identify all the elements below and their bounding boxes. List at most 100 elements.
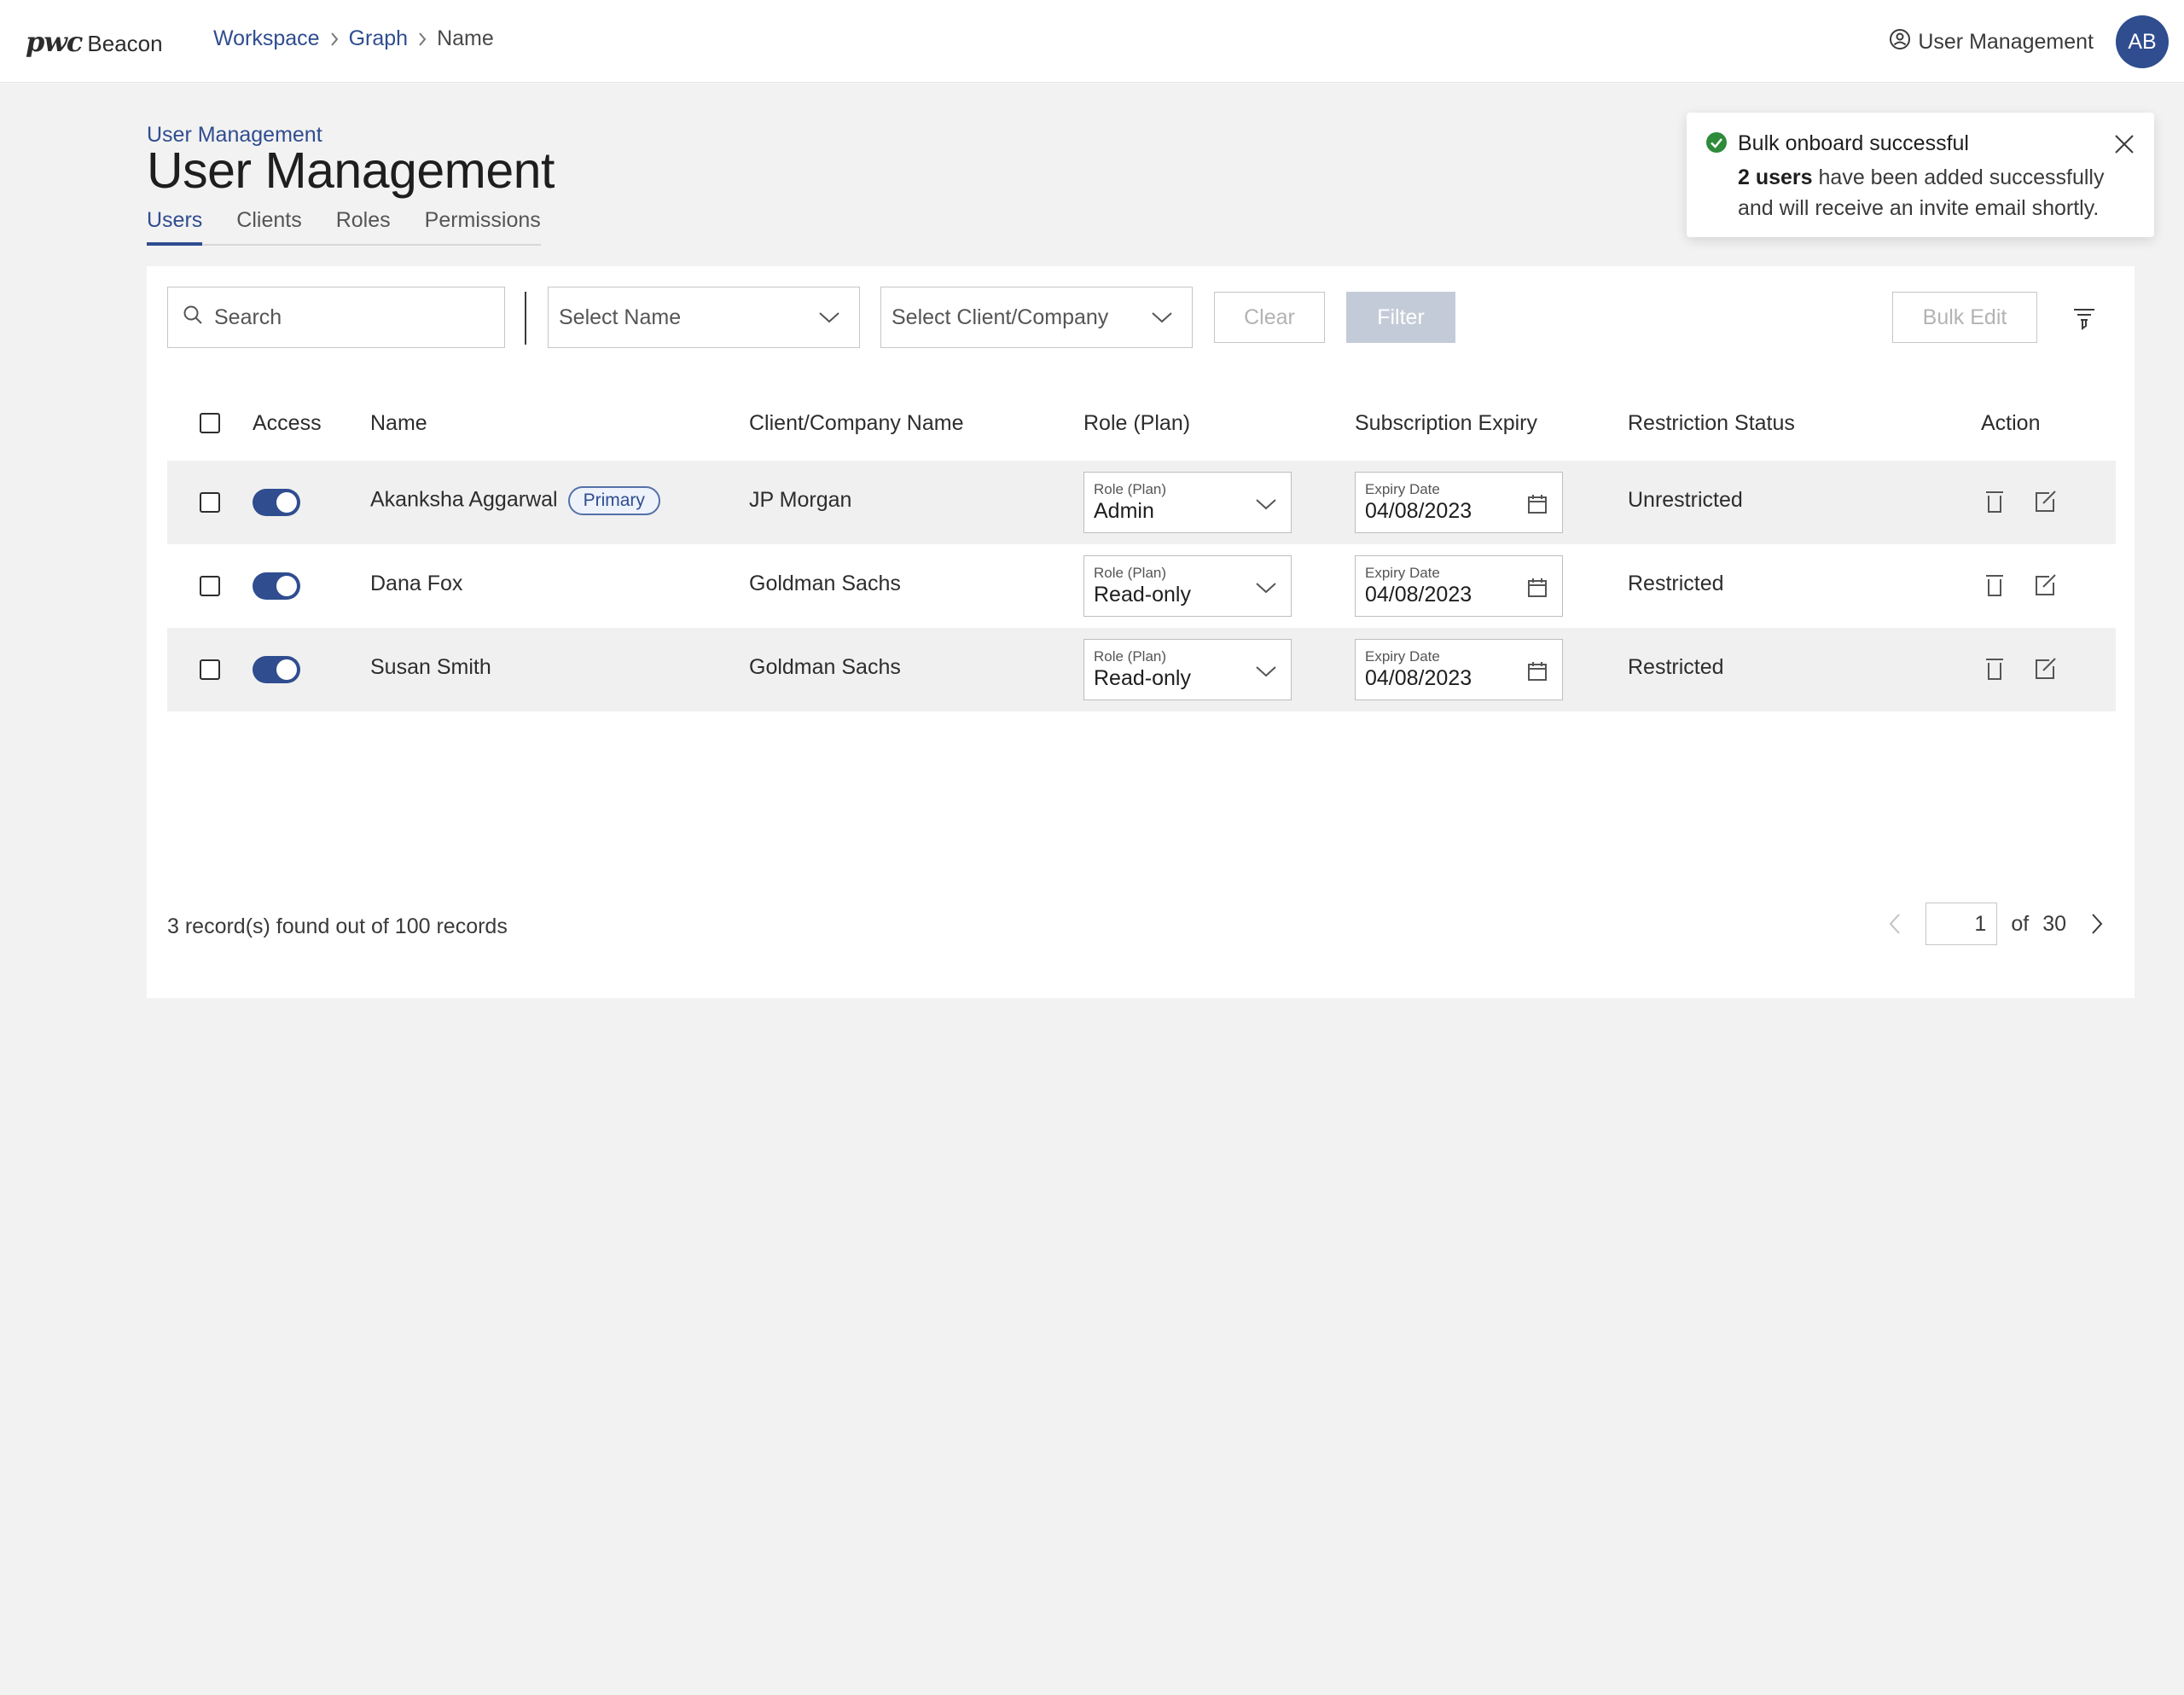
table-header: Access Name Client/Company Name Role (Pl…: [167, 394, 2116, 454]
company-name: JP Morgan: [749, 488, 852, 512]
filter-button[interactable]: Filter: [1346, 292, 1455, 343]
expiry-field-label: Expiry Date: [1365, 648, 1440, 665]
toast-message: 2 users have been added successfully and…: [1738, 162, 2113, 223]
page-number-input[interactable]: 1: [1926, 903, 1998, 945]
logo-text: Beacon: [87, 31, 163, 56]
expiry-value: 04/08/2023: [1365, 666, 1472, 690]
app-logo[interactable]: pwc Beacon: [26, 26, 163, 58]
edit-icon[interactable]: [2034, 489, 2058, 514]
records-count: 3 record(s) found out of 100 records: [167, 914, 508, 938]
expiry-field-label: Expiry Date: [1365, 565, 1440, 581]
breadcrumb-graph[interactable]: Graph: [349, 26, 408, 51]
expiry-date-input[interactable]: Expiry Date 04/08/2023: [1355, 472, 1563, 533]
calendar-icon[interactable]: [1526, 493, 1548, 515]
chevron-right-icon: [408, 31, 437, 48]
page-title: User Management: [147, 142, 555, 199]
chevron-down-icon: [1255, 660, 1277, 682]
delete-icon[interactable]: [1983, 489, 2007, 514]
tab-bar: Users Clients Roles Permissions: [147, 205, 541, 246]
toast-count: 2 users: [1738, 165, 1813, 189]
select-name-placeholder: Select Name: [559, 305, 682, 329]
user-management-link[interactable]: User Management: [1889, 28, 2094, 56]
role-dropdown[interactable]: Role (Plan) Read-only: [1083, 639, 1292, 700]
logo-mark: pwc: [26, 26, 83, 58]
page-total: 30: [2042, 911, 2066, 936]
user-circle-icon: [1889, 28, 1911, 56]
chevron-left-icon[interactable]: [1878, 907, 1912, 941]
select-client-dropdown[interactable]: Select Client/Company: [880, 287, 1193, 348]
primary-badge: Primary: [567, 486, 660, 515]
restriction-status: Restricted: [1628, 572, 1724, 595]
users-card: Search Select Name Select Client/Company…: [147, 266, 2135, 998]
row-checkbox[interactable]: [200, 576, 220, 596]
search-input[interactable]: Search: [167, 287, 505, 348]
chevron-down-icon: [1255, 577, 1277, 599]
restriction-status: Unrestricted: [1628, 488, 1743, 512]
user-management-label: User Management: [1918, 29, 2094, 54]
success-toast: Bulk onboard successful 2 users have bee…: [1687, 113, 2154, 237]
role-field-label: Role (Plan): [1094, 648, 1167, 665]
role-value: Read-only: [1094, 583, 1191, 607]
select-name-dropdown[interactable]: Select Name: [548, 287, 860, 348]
delete-icon[interactable]: [1983, 572, 2007, 598]
column-role: Role (Plan): [1083, 411, 1191, 435]
tab-clients[interactable]: Clients: [236, 205, 301, 244]
column-action: Action: [1981, 411, 2041, 435]
role-field-label: Role (Plan): [1094, 481, 1167, 497]
access-toggle[interactable]: [253, 656, 300, 683]
company-name: Goldman Sachs: [749, 572, 901, 595]
chevron-right-icon[interactable]: [2080, 907, 2114, 941]
chevron-down-icon: [818, 305, 840, 330]
search-icon: [182, 304, 204, 332]
tab-roles[interactable]: Roles: [336, 205, 391, 244]
expiry-value: 04/08/2023: [1365, 583, 1472, 607]
column-expiry: Subscription Expiry: [1355, 411, 1537, 435]
user-name: Akanksha Aggarwal: [370, 487, 558, 512]
delete-icon[interactable]: [1983, 656, 2007, 682]
table-row: Dana Fox Goldman Sachs Role (Plan) Read-…: [167, 544, 2116, 628]
column-access: Access: [253, 411, 322, 435]
toolbar-divider: [525, 292, 526, 345]
chevron-right-icon: [320, 31, 349, 48]
column-status: Restriction Status: [1628, 411, 1795, 435]
tab-users[interactable]: Users: [147, 205, 203, 246]
toast-title: Bulk onboard successful: [1738, 131, 1969, 155]
expiry-field-label: Expiry Date: [1365, 481, 1440, 497]
user-name: Susan Smith: [370, 655, 491, 679]
role-value: Read-only: [1094, 666, 1191, 690]
breadcrumb: Workspace Graph Name: [213, 26, 494, 51]
select-client-placeholder: Select Client/Company: [892, 305, 1109, 329]
search-placeholder: Search: [214, 305, 282, 329]
avatar[interactable]: AB: [2116, 15, 2169, 68]
page-of-label: of: [2011, 911, 2030, 936]
tab-permissions[interactable]: Permissions: [425, 205, 541, 244]
breadcrumb-workspace[interactable]: Workspace: [213, 26, 320, 51]
toast-line-2: and will receive an invite email shortly…: [1738, 196, 2100, 220]
user-name-cell: Akanksha Aggarwal Primary: [370, 486, 660, 515]
row-checkbox[interactable]: [200, 492, 220, 513]
calendar-icon[interactable]: [1526, 660, 1548, 682]
role-dropdown[interactable]: Role (Plan) Admin: [1083, 472, 1292, 533]
row-checkbox[interactable]: [200, 659, 220, 680]
role-dropdown[interactable]: Role (Plan) Read-only: [1083, 555, 1292, 617]
filter-funnel-icon[interactable]: [2071, 305, 2097, 331]
role-value: Admin: [1094, 499, 1154, 523]
calendar-icon[interactable]: [1526, 577, 1548, 599]
bulk-edit-button[interactable]: Bulk Edit: [1892, 292, 2037, 343]
clear-button[interactable]: Clear: [1214, 292, 1325, 343]
close-icon[interactable]: [2111, 131, 2137, 157]
restriction-status: Restricted: [1628, 655, 1724, 679]
access-toggle[interactable]: [253, 572, 300, 600]
top-bar: pwc Beacon Workspace Graph Name User Man…: [0, 0, 2184, 83]
chevron-down-icon: [1255, 493, 1277, 515]
header-actions: User Management AB: [1889, 15, 2169, 68]
check-circle-icon: [1705, 131, 1728, 154]
expiry-value: 04/08/2023: [1365, 499, 1472, 523]
user-name: Dana Fox: [370, 572, 463, 595]
expiry-date-input[interactable]: Expiry Date 04/08/2023: [1355, 639, 1563, 700]
edit-icon[interactable]: [2034, 656, 2058, 682]
select-all-checkbox[interactable]: [200, 413, 220, 433]
expiry-date-input[interactable]: Expiry Date 04/08/2023: [1355, 555, 1563, 617]
access-toggle[interactable]: [253, 489, 300, 516]
edit-icon[interactable]: [2034, 572, 2058, 598]
